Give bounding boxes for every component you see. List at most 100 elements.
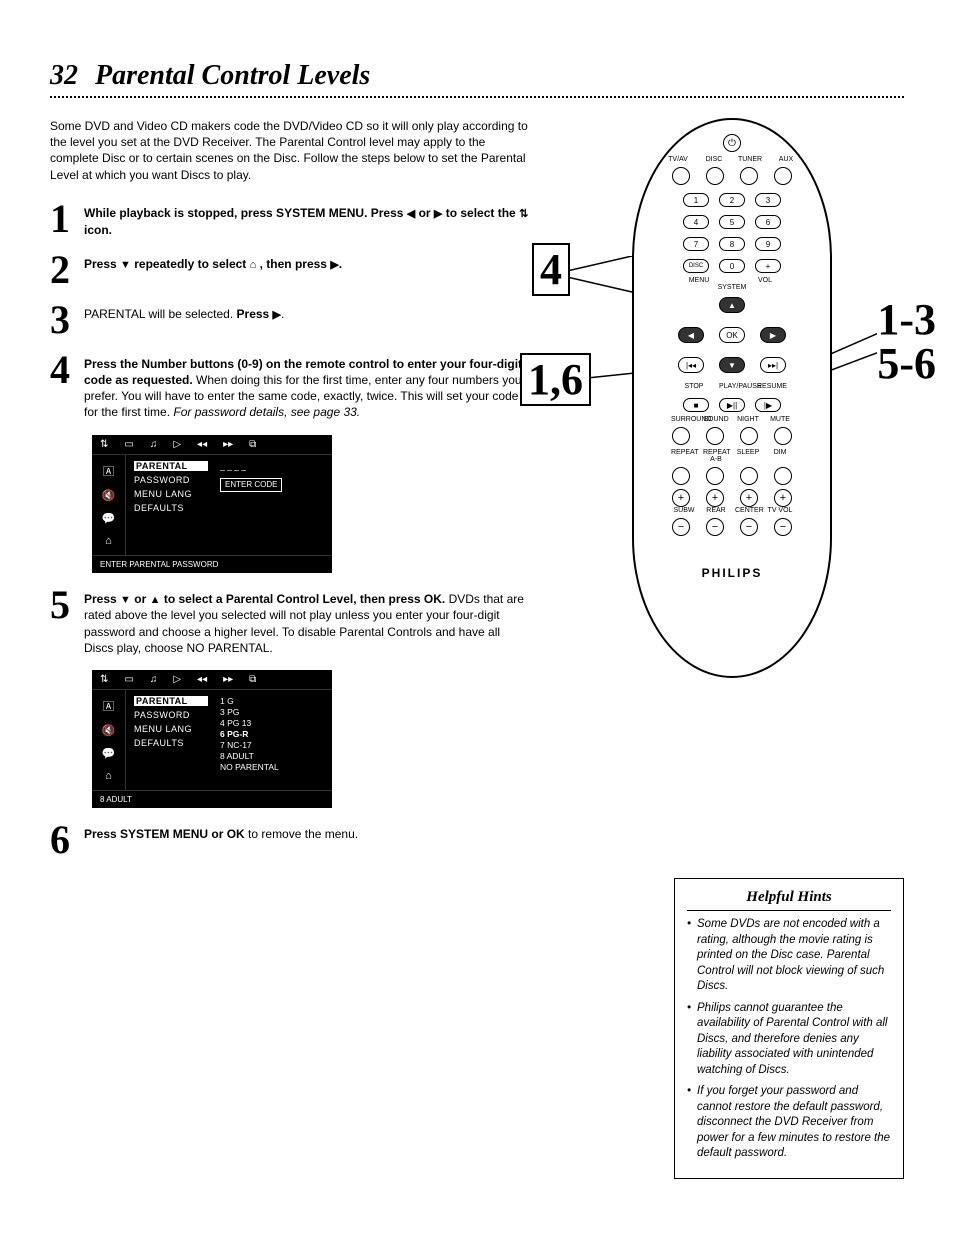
osd-menu-item: MENU LANG bbox=[134, 724, 208, 734]
osd-level: 4 PG 13 bbox=[220, 718, 328, 729]
callout-1-3-5-6: 1-3 5-6 bbox=[877, 298, 936, 386]
osd-side-icon: ⌂ bbox=[105, 770, 112, 782]
osd-level: NO PARENTAL bbox=[220, 762, 328, 773]
osd-icon: ◂◂ bbox=[197, 674, 207, 685]
stop-button: ■ bbox=[683, 398, 709, 412]
num-button: 7 bbox=[683, 237, 709, 251]
num-button: 3 bbox=[755, 193, 781, 207]
osd-level: 7 NC-17 bbox=[220, 740, 328, 751]
num-button: 0 bbox=[719, 259, 745, 273]
page-title-text: Parental Control Levels bbox=[95, 60, 370, 91]
osd-side-icon: 💬 bbox=[102, 747, 116, 760]
step-4: 4 Press the Number buttons (0-9) on the … bbox=[50, 352, 530, 421]
next-button: ▸▸| bbox=[760, 357, 786, 373]
play-pause-button: ▶|| bbox=[719, 398, 745, 412]
helpful-hints-box: Helpful Hints Some DVDs are not encoded … bbox=[674, 878, 904, 1179]
osd-icon: ♫ bbox=[150, 674, 158, 685]
brand-label: PHILIPS bbox=[634, 566, 830, 580]
right-arrow-icon: ▶ bbox=[273, 309, 281, 321]
osd-side-icon: 🄰 bbox=[103, 698, 114, 714]
minus-button: − bbox=[706, 518, 724, 536]
step-number: 2 bbox=[50, 252, 84, 288]
source-button bbox=[672, 167, 690, 185]
round-button bbox=[740, 467, 758, 485]
up-arrow-icon: ▲ bbox=[150, 594, 161, 606]
step-number: 1 bbox=[50, 201, 84, 238]
resume-button: |▶ bbox=[755, 398, 781, 412]
osd-menu-item: PASSWORD bbox=[134, 710, 208, 720]
osd-icon: ⧉ bbox=[249, 439, 256, 450]
disc-button: DISC bbox=[683, 259, 709, 273]
osd-menu-item: PARENTAL bbox=[134, 696, 208, 706]
osd-menu-item: DEFAULTS bbox=[134, 738, 208, 748]
plus-button: + bbox=[755, 259, 781, 273]
osd-screenshot-1: ⇅ ▭ ♫ ▷ ◂◂ ▸▸ ⧉ 🄰 🔇 💬 ⌂ PARENTAL PASSWOR… bbox=[92, 435, 332, 573]
power-button: ⏻ bbox=[723, 134, 741, 152]
round-button bbox=[672, 427, 690, 445]
osd-level: 3 PG bbox=[220, 707, 328, 718]
down-arrow-icon: ▼ bbox=[120, 594, 131, 606]
minus-button: − bbox=[774, 518, 792, 536]
round-button bbox=[706, 467, 724, 485]
page-header: 32 Parental Control Levels bbox=[50, 60, 904, 98]
step-6: 6 Press SYSTEM MENU or OK to remove the … bbox=[50, 822, 530, 858]
osd-icon: ◂◂ bbox=[197, 439, 207, 450]
osd-icon: ▷ bbox=[173, 674, 181, 685]
step-number: 6 bbox=[50, 822, 84, 858]
hint-item: Philips cannot guarantee the availabilit… bbox=[687, 1001, 891, 1079]
osd-menu-item: DEFAULTS bbox=[134, 503, 208, 513]
left-arrow-icon: ◀ bbox=[407, 208, 415, 220]
page-title: 32 Parental Control Levels bbox=[50, 60, 904, 92]
osd-level: 6 PG-R bbox=[220, 729, 328, 740]
round-button bbox=[706, 427, 724, 445]
round-button bbox=[672, 467, 690, 485]
down-arrow-icon: ▼ bbox=[120, 259, 131, 271]
osd-icon: ♫ bbox=[150, 439, 158, 450]
osd-menu-item: MENU LANG bbox=[134, 489, 208, 499]
callout-4: 4 bbox=[532, 248, 570, 292]
system-label: SYSTEM bbox=[634, 284, 830, 291]
osd-icon: ▸▸ bbox=[223, 439, 233, 450]
source-button bbox=[774, 167, 792, 185]
left-button: ◀ bbox=[678, 327, 704, 343]
osd-side-icon: ⌂ bbox=[105, 535, 112, 547]
hint-item: Some DVDs are not encoded with a rating,… bbox=[687, 917, 891, 995]
intro-paragraph: Some DVD and Video CD makers code the DV… bbox=[50, 118, 530, 183]
plus-button: + bbox=[706, 489, 724, 507]
osd-screenshot-2: ⇅ ▭ ♫ ▷ ◂◂ ▸▸ ⧉ 🄰 🔇 💬 ⌂ PARENTAL PASSWOR… bbox=[92, 670, 332, 808]
ok-button: OK bbox=[719, 327, 745, 343]
hints-title: Helpful Hints bbox=[687, 889, 891, 911]
plus-button: + bbox=[740, 489, 758, 507]
round-button bbox=[774, 467, 792, 485]
num-button: 1 bbox=[683, 193, 709, 207]
step-3: 3 PARENTAL will be selected. Press ▶. bbox=[50, 302, 530, 338]
updown-icon: ⇅ bbox=[519, 208, 528, 220]
osd-icon: ⇅ bbox=[100, 439, 108, 450]
osd-side-icon: 💬 bbox=[102, 512, 116, 525]
round-button bbox=[774, 427, 792, 445]
osd-icon: ⧉ bbox=[249, 674, 256, 685]
osd-footer: 8 ADULT bbox=[92, 790, 332, 808]
minus-button: − bbox=[740, 518, 758, 536]
num-button: 2 bbox=[719, 193, 745, 207]
source-button bbox=[706, 167, 724, 185]
osd-menu-item: PASSWORD bbox=[134, 475, 208, 485]
up-button: ▲ bbox=[719, 297, 745, 313]
osd-level: 8 ADULT bbox=[220, 751, 328, 762]
osd-menu-item: PARENTAL bbox=[134, 461, 208, 471]
num-button: 6 bbox=[755, 215, 781, 229]
right-button: ▶ bbox=[760, 327, 786, 343]
osd-icon: ▷ bbox=[173, 439, 181, 450]
plus-button: + bbox=[774, 489, 792, 507]
osd-enter-code: ENTER CODE bbox=[220, 478, 282, 492]
osd-icon: ▭ bbox=[124, 674, 133, 685]
osd-side-icon: 🄰 bbox=[103, 463, 114, 479]
num-button: 9 bbox=[755, 237, 781, 251]
hint-item: If you forget your password and cannot r… bbox=[687, 1084, 891, 1162]
callout-1-6: 1,6 bbox=[520, 358, 591, 402]
down-button: ▼ bbox=[719, 357, 745, 373]
osd-icon: ▸▸ bbox=[223, 674, 233, 685]
osd-icon: ⇅ bbox=[100, 674, 108, 685]
step-1: 1 While playback is stopped, press SYSTE… bbox=[50, 201, 530, 238]
num-button: 4 bbox=[683, 215, 709, 229]
